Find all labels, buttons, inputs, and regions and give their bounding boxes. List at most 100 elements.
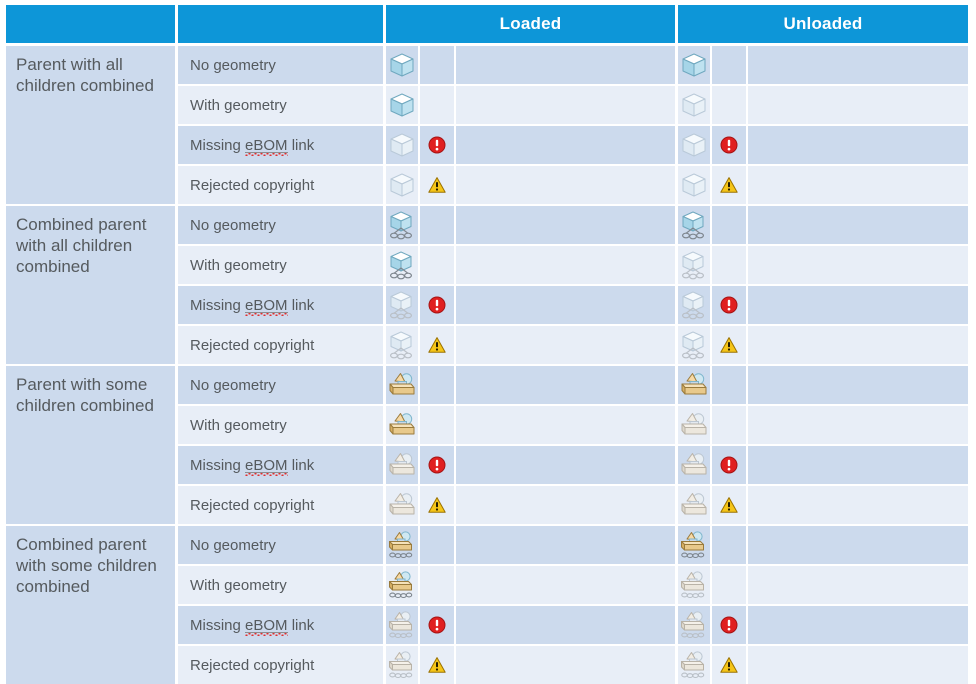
warning-icon — [720, 336, 738, 354]
row-label-prefix: Missing — [190, 616, 246, 634]
loaded-icon-cell — [386, 166, 420, 206]
loaded-icon-cell — [386, 206, 420, 246]
loaded-filler-cell — [456, 446, 678, 486]
loaded-status-cell — [420, 206, 456, 246]
loaded-status-cell — [420, 366, 456, 406]
unloaded-filler-cell — [748, 566, 968, 606]
cube-icon-solid — [387, 50, 417, 80]
assembly-box-icon-pale — [387, 450, 417, 480]
unloaded-status-cell — [712, 366, 748, 406]
loaded-icon-cell — [386, 486, 420, 526]
unloaded-filler-cell — [748, 206, 968, 246]
row-label-text: No geometry — [190, 536, 276, 554]
unloaded-icon-cell — [678, 166, 712, 206]
loaded-filler-cell — [456, 246, 678, 286]
row-state-label: No geometry — [178, 526, 386, 566]
row-label-term-ebom: eBOM — [245, 456, 288, 474]
row-label-text: With geometry — [190, 256, 287, 274]
loaded-filler-cell — [456, 86, 678, 126]
loaded-status-cell — [420, 606, 456, 646]
unloaded-icon-cell — [678, 286, 712, 326]
row-label-text: Rejected copyright — [190, 176, 315, 194]
loaded-filler-cell — [456, 566, 678, 606]
unloaded-icon-cell — [678, 566, 712, 606]
header-state-column — [178, 5, 386, 46]
unloaded-icon-cell — [678, 86, 712, 126]
loaded-filler-cell — [456, 646, 678, 684]
unloaded-icon-cell — [678, 486, 712, 526]
unloaded-icon-cell — [678, 446, 712, 486]
assembly-box-icon-pale — [679, 490, 709, 520]
warning-icon — [428, 656, 446, 674]
combined-cube-icon-pale — [679, 330, 709, 360]
row-label-text: No geometry — [190, 216, 276, 234]
unloaded-icon-cell — [678, 246, 712, 286]
assembly-box-icon-pale — [387, 490, 417, 520]
loaded-filler-cell — [456, 406, 678, 446]
loaded-icon-cell — [386, 366, 420, 406]
row-label-suffix: link — [287, 616, 315, 634]
row-state-label: Missing eBOM link — [178, 286, 386, 326]
row-state-label: Missing eBOM link — [178, 446, 386, 486]
loaded-filler-cell — [456, 326, 678, 366]
warning-icon — [428, 176, 446, 194]
row-label-text: With geometry — [190, 96, 287, 114]
loaded-status-cell — [420, 286, 456, 326]
row-label-text: No geometry — [190, 56, 276, 74]
warning-icon — [428, 496, 446, 514]
unloaded-filler-cell — [748, 326, 968, 366]
unloaded-icon-cell — [678, 366, 712, 406]
row-label-prefix: Missing — [190, 136, 246, 154]
row-label-term-ebom: eBOM — [245, 136, 288, 154]
cube-icon-pale — [679, 90, 709, 120]
unloaded-status-cell — [712, 566, 748, 606]
assembly-box-icon-solid — [387, 370, 417, 400]
loaded-filler-cell — [456, 606, 678, 646]
group-label-cell: Parent with all children combined — [6, 46, 178, 206]
cube-icon-solid — [387, 90, 417, 120]
loaded-icon-cell — [386, 246, 420, 286]
error-icon — [428, 136, 446, 154]
unloaded-filler-cell — [748, 46, 968, 86]
error-icon — [720, 616, 738, 634]
cube-icon-pale — [679, 130, 709, 160]
unloaded-filler-cell — [748, 446, 968, 486]
unloaded-status-cell — [712, 486, 748, 526]
table-row: Parent with all children combined No geom… — [6, 46, 968, 206]
loaded-status-cell — [420, 166, 456, 206]
loaded-status-cell — [420, 486, 456, 526]
combined-assembly-box-icon-solid-pale — [679, 530, 709, 560]
loaded-filler-cell — [456, 206, 678, 246]
unloaded-icon-cell — [678, 326, 712, 366]
row-state-label: With geometry — [178, 86, 386, 126]
row-state-label: Rejected copyright — [178, 646, 386, 684]
unloaded-icon-cell — [678, 126, 712, 166]
unloaded-status-cell — [712, 446, 748, 486]
error-icon — [720, 296, 738, 314]
unloaded-filler-cell — [748, 86, 968, 126]
unloaded-status-cell — [712, 246, 748, 286]
loaded-icon-cell — [386, 126, 420, 166]
row-state-label: Missing eBOM link — [178, 126, 386, 166]
row-label-text: With geometry — [190, 416, 287, 434]
combined-assembly-box-icon-pale — [387, 650, 417, 680]
combined-assembly-box-icon-pale — [387, 610, 417, 640]
loaded-icon-cell — [386, 46, 420, 86]
unloaded-status-cell — [712, 606, 748, 646]
unloaded-icon-cell — [678, 606, 712, 646]
loaded-filler-cell — [456, 366, 678, 406]
loaded-status-cell — [420, 446, 456, 486]
header-unloaded: Unloaded — [678, 5, 968, 46]
loaded-status-cell — [420, 646, 456, 684]
cube-icon-pale — [387, 170, 417, 200]
unloaded-status-cell — [712, 86, 748, 126]
loaded-filler-cell — [456, 286, 678, 326]
combined-assembly-box-icon-pale — [679, 570, 709, 600]
row-label-text: Rejected copyright — [190, 656, 315, 674]
row-label-suffix: link — [287, 136, 315, 154]
status-matrix-table: Loaded Unloaded Parent with all children… — [6, 5, 968, 684]
unloaded-status-cell — [712, 646, 748, 684]
loaded-filler-cell — [456, 166, 678, 206]
combined-cube-icon-pale — [387, 290, 417, 320]
unloaded-status-cell — [712, 166, 748, 206]
